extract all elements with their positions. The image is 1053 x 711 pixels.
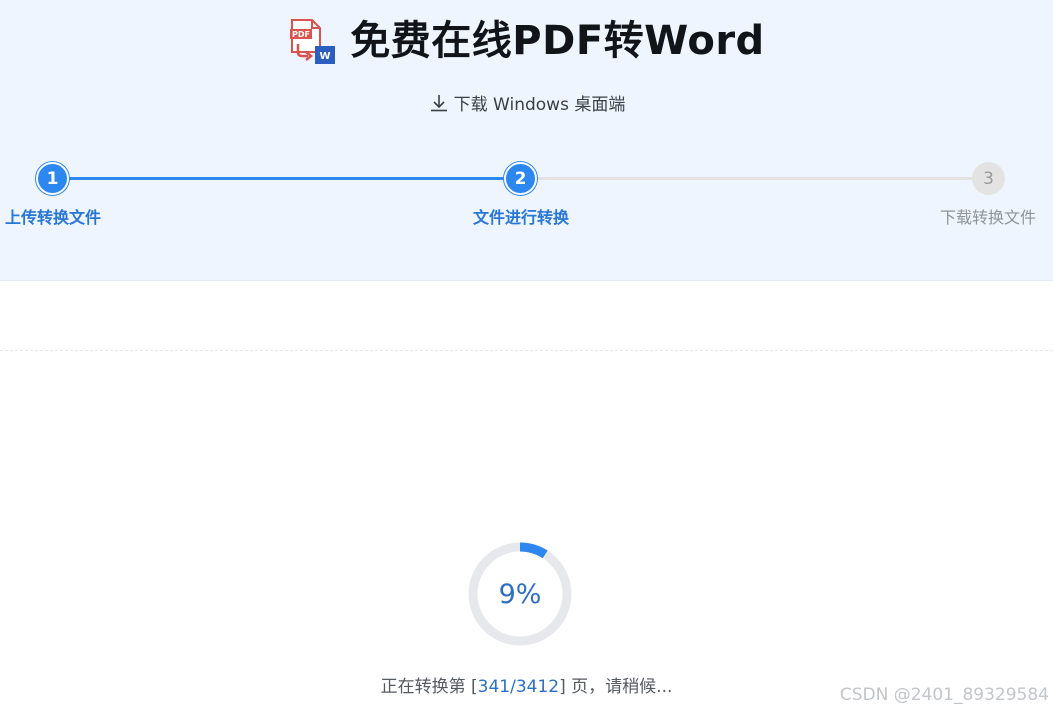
step-1-indicator: 1 — [36, 162, 69, 195]
step-3-indicator: 3 — [972, 162, 1005, 195]
download-icon — [428, 92, 450, 114]
title-row: PDF W 免费在线PDF转Word — [0, 10, 1053, 72]
step-1-label: 上传转换文件 — [4, 208, 102, 227]
status-suffix: ] 页，请稍候... — [559, 677, 673, 697]
current-page: 341 — [477, 677, 511, 697]
step-connector-complete — [52, 177, 520, 180]
conversion-stepper: 1 2 3 上传转换文件 文件进行转换 下载转换文件 — [0, 160, 1053, 240]
total-pages: 3412 — [515, 677, 560, 697]
step-2-label: 文件进行转换 — [472, 208, 570, 227]
page-title: 免费在线PDF转Word — [350, 18, 765, 64]
section-divider — [0, 350, 1053, 351]
progress-percent: 9% — [498, 578, 542, 610]
watermark: CSDN @2401_89329584 — [839, 685, 1049, 705]
download-desktop-label[interactable]: 下载 Windows 桌面端 — [454, 90, 626, 115]
hero-banner: PDF W 免费在线PDF转Word 下载 Windows 桌面端 1 2 3 — [0, 0, 1053, 281]
step-3-label: 下载转换文件 — [939, 208, 1037, 227]
svg-text:W: W — [320, 51, 331, 62]
svg-text:PDF: PDF — [292, 30, 310, 39]
step-2-indicator: 2 — [504, 162, 537, 195]
pdf-to-word-icon: PDF W — [288, 16, 338, 66]
step-connector-pending — [520, 177, 988, 180]
download-desktop-link[interactable]: 下载 Windows 桌面端 — [0, 90, 1053, 115]
status-prefix: 正在转换第 [ — [380, 677, 478, 697]
